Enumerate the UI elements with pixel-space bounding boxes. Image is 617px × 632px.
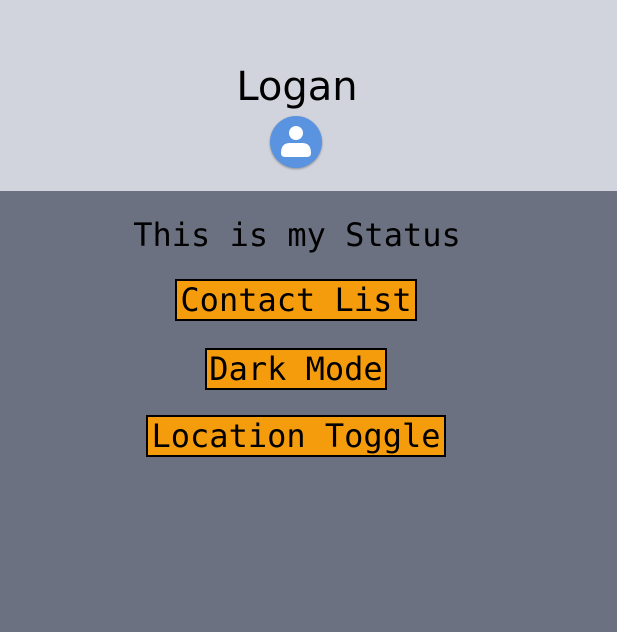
location-toggle-button[interactable]: Location Toggle [146,415,446,457]
profile-name: Logan [236,64,358,110]
profile-header: Logan [0,0,617,191]
user-avatar-icon[interactable] [270,116,322,168]
contact-list-button[interactable]: Contact List [175,279,417,321]
profile-main: This is my Status Contact List Dark Mode… [0,191,617,632]
dark-mode-button[interactable]: Dark Mode [205,348,387,390]
status-text: This is my Status [133,216,461,254]
